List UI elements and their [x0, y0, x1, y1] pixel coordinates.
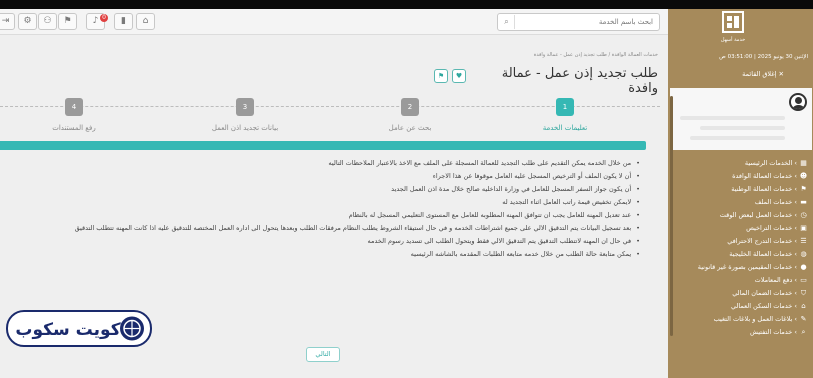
instructions-header-bar	[0, 141, 646, 150]
report-icon: ✎	[800, 315, 807, 323]
ministry-logo	[722, 11, 744, 33]
step-3-label: بيانات تجديد اذن العمل	[211, 124, 279, 132]
step-2-marker[interactable]: 2	[401, 98, 419, 116]
chart-icon[interactable]: ▮	[114, 13, 133, 30]
kuwait-scope-watermark: كويت سكوب	[6, 310, 152, 347]
search-icon[interactable]: ⌕	[499, 15, 515, 29]
favorite-icon[interactable]: ♥	[452, 69, 466, 83]
step-1-marker[interactable]: 1	[556, 98, 574, 116]
logout-icon[interactable]: ⇥	[0, 13, 15, 30]
instruction-item: من خلال الخدمه يمكن التقديم على طلب التج…	[328, 157, 640, 170]
users-icon[interactable]: ⚇	[38, 13, 57, 30]
sidebar-item-main-services[interactable]: الخدمات الرئيسية ‹ ▦	[745, 158, 808, 169]
sidebar-item-financial-guarantee[interactable]: خدمات الضمان المالي ‹ ⛉	[732, 288, 808, 299]
sidebar-item-inspection[interactable]: خدمات التفتيش ‹ ⌕	[750, 327, 808, 338]
instruction-item: في حال ان المهنه لاتتطلب التدقيق يتم الت…	[368, 235, 640, 248]
step-4-marker[interactable]: 4	[65, 98, 83, 116]
clock-icon: ◷	[800, 211, 807, 219]
step-2-label: بحث عن عامل	[388, 124, 432, 132]
date-time: الإثنين 30 يونيو 2025 | 03:51:00 ص	[719, 54, 808, 60]
sidebar-item-illegal-residents[interactable]: خدمات المقيمين بصورة غير قانونية ‹ ●	[698, 262, 808, 273]
user-icon: ☻	[799, 172, 808, 180]
sidebar-item-expat-labor[interactable]: خدمات العمالة الوافدة ‹ ☻	[732, 171, 808, 182]
instruction-item: لايمكن تخفيض قيمة راتب العامل اثناء التج…	[502, 196, 640, 209]
warning-icon: ●	[800, 263, 807, 271]
step-3-marker[interactable]: 3	[236, 98, 254, 116]
screen-top-bar	[0, 0, 813, 9]
logo-caption: خدمة أسهل	[720, 37, 746, 43]
ladder-icon: ☰	[800, 237, 807, 245]
app-window: ⇥ ⚙ ⚇ ⚑ ♪ 0 ▮ ⌂ ⌕ خدمة أسهل الإثنين 30 ي…	[0, 0, 813, 378]
sidebar-scrollbar[interactable]	[670, 96, 673, 336]
sidebar-item-national-labor[interactable]: خدمات العمالة الوطنية ‹ ⚑	[731, 184, 808, 195]
page-title: طلب تجديد إذن عمل - عمالة وافدة	[501, 66, 658, 96]
instruction-item: بعد تسجيل البيانات يتم التدقيق الالي على…	[75, 222, 640, 235]
folder-icon: ▬	[800, 198, 807, 206]
service-search: ⌕	[497, 13, 660, 31]
shield-icon: ⛉	[800, 289, 807, 297]
step-1-label: تعليمات الخدمة	[542, 124, 588, 132]
globe-icon: ◍	[800, 250, 807, 258]
sidebar-item-gulf-labor[interactable]: خدمات العمالة الخليجية ‹ ◍	[729, 249, 808, 260]
instruction-item: أن لا يكون الملف أو الترخيص المسجل عليه …	[433, 170, 640, 183]
instruction-item: عند تعديل المهنه للعامل يجب ان تتوافق ال…	[349, 209, 640, 222]
flag-icon: ⚑	[800, 185, 807, 193]
sidebar-item-reports[interactable]: بلاغات العمل و بلاغات التغيب ‹ ✎	[714, 314, 808, 325]
close-icon: ✕	[778, 70, 784, 78]
watermark-text: كويت سكوب	[15, 320, 120, 340]
service-search-input[interactable]	[516, 14, 659, 30]
sidebar-item-training[interactable]: خدمات التدرج الاحترافي ‹ ☰	[727, 236, 808, 247]
notification-badge: 0	[100, 14, 108, 22]
search-icon: ⌕	[801, 328, 806, 336]
sidebar-item-part-time[interactable]: خدمات العمل لبعض الوقت ‹ ◷	[720, 210, 808, 221]
profile-placeholder-line	[700, 126, 785, 130]
grid-icon: ▦	[800, 159, 807, 167]
sidebar-item-payments[interactable]: دفع المعاملات ‹ ▭	[755, 275, 808, 286]
payment-icon: ▭	[800, 276, 807, 284]
close-menu-label: إغلاق القائمة	[742, 70, 777, 78]
instruction-item: يمكن متابعة حالة الطلب من خلال خدمه متاب…	[411, 248, 640, 261]
settings-icon[interactable]: ⚙	[18, 13, 37, 30]
bookmark-icon[interactable]: ⚑	[434, 69, 448, 83]
avatar[interactable]	[789, 93, 807, 111]
home-icon[interactable]: ⌂	[136, 13, 155, 30]
sidebar-item-labor-housing[interactable]: خدمات السكن العمالي ‹ ⌂	[731, 301, 808, 312]
step-4-label: رفع المستندات	[52, 124, 96, 132]
profile-placeholder-line	[680, 116, 785, 120]
instruction-item: أن يكون جواز السفر المسجل للعامل في وزار…	[391, 183, 640, 196]
home-icon: ⌂	[801, 302, 806, 310]
close-menu-link[interactable]: إغلاق القائمة ✕	[724, 70, 784, 78]
sidebar-item-file[interactable]: خدمات الملف ‹ ▬	[755, 197, 808, 208]
sidebar-item-licenses[interactable]: خدمات التراخيص ‹ ▣	[746, 223, 808, 234]
profile-placeholder-line	[690, 136, 785, 140]
bookmark-icon[interactable]: ⚑	[58, 13, 77, 30]
license-icon: ▣	[800, 224, 807, 232]
next-button[interactable]: التالي	[306, 347, 340, 362]
breadcrumb[interactable]: خدمات العمالة الوافدة / طلب تجديد إذن عم…	[480, 52, 658, 58]
